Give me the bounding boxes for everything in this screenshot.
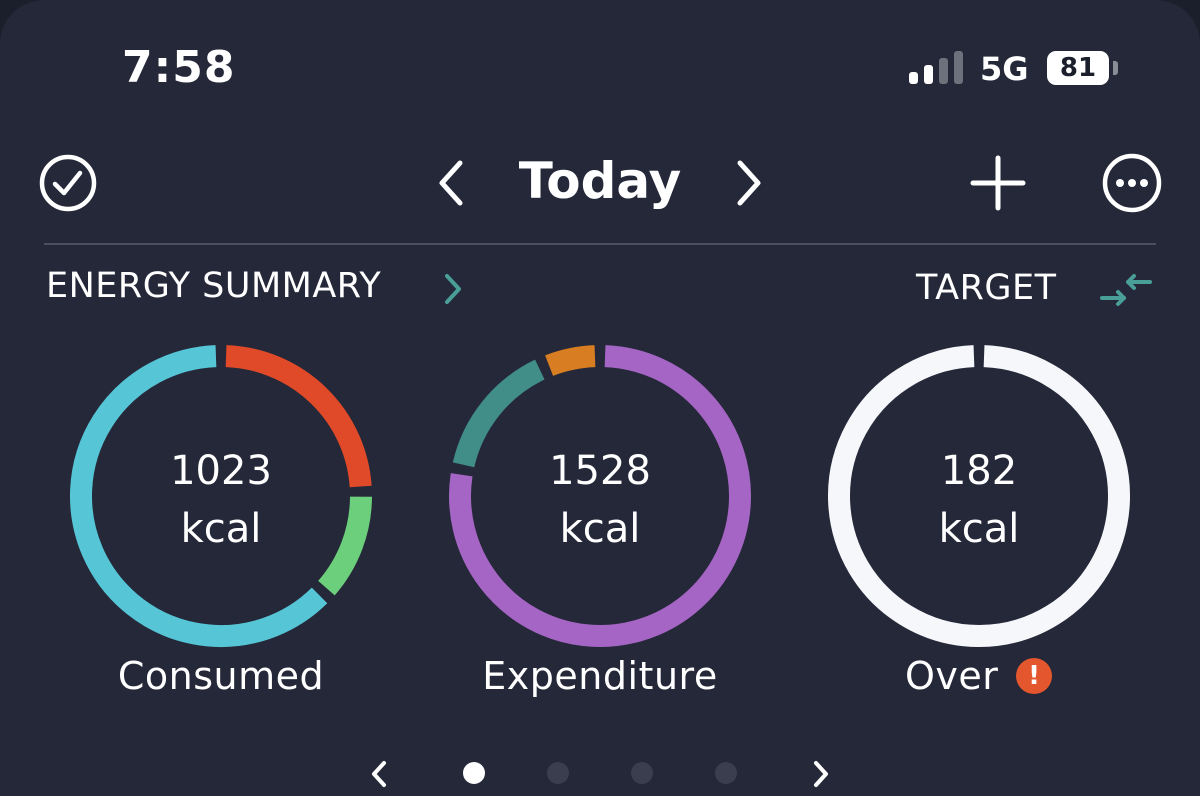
consumed-unit: kcal [180,506,262,552]
expenditure-ring[interactable]: 1528 kcal [448,344,752,648]
add-icon[interactable] [968,153,1028,213]
consumed-label: Consumed [117,654,325,698]
app-screen: 7:58 5G 81 Today ENERGY SUMMARY TARGET 1… [0,0,1200,796]
section-chevron-icon[interactable] [440,272,466,306]
pager-prev-icon[interactable] [366,758,392,790]
over-unit: kcal [938,506,1020,552]
warning-icon[interactable]: ! [1016,658,1052,694]
ring-segment-3 [70,345,328,647]
battery-icon: 81 [1047,51,1109,85]
pager-dot-1[interactable] [463,762,485,784]
checkmark-circle-icon[interactable] [38,153,98,213]
target-ring-chart [828,345,1130,647]
battery-tip [1113,61,1118,75]
expenditure-unit: kcal [559,506,641,552]
ring-segment-3 [545,345,596,376]
target-ring[interactable]: 182 kcal [827,344,1131,648]
header-divider [44,243,1156,245]
consumed-ring[interactable]: 1023 kcal [69,344,373,648]
expenditure-ring-chart [449,345,751,647]
ring-segment-1 [828,345,1130,647]
chevron-left-icon[interactable] [432,157,472,209]
consumed-value: 1023 [170,448,272,494]
energy-summary-title[interactable]: ENERGY SUMMARY [46,266,381,306]
battery-level: 81 [1059,53,1097,83]
pager-dot-2[interactable] [547,762,569,784]
consumed-ring-chart [70,345,372,647]
status-time: 7:58 [122,42,236,93]
over-label: Over [905,654,999,698]
more-options-icon[interactable] [1101,152,1163,214]
expenditure-value: 1528 [549,448,651,494]
page-title: Today [518,152,682,210]
target-label[interactable]: TARGET [916,268,1057,308]
over-value: 182 [940,448,1018,494]
pager-next-icon[interactable] [808,758,834,790]
pager-dot-4[interactable] [715,762,737,784]
network-type: 5G [980,50,1029,88]
expenditure-label: Expenditure [482,654,718,698]
pager-dot-3[interactable] [631,762,653,784]
cellular-signal-icon [909,51,963,84]
chevron-right-icon[interactable] [728,157,768,209]
swap-arrows-icon[interactable] [1098,273,1154,307]
